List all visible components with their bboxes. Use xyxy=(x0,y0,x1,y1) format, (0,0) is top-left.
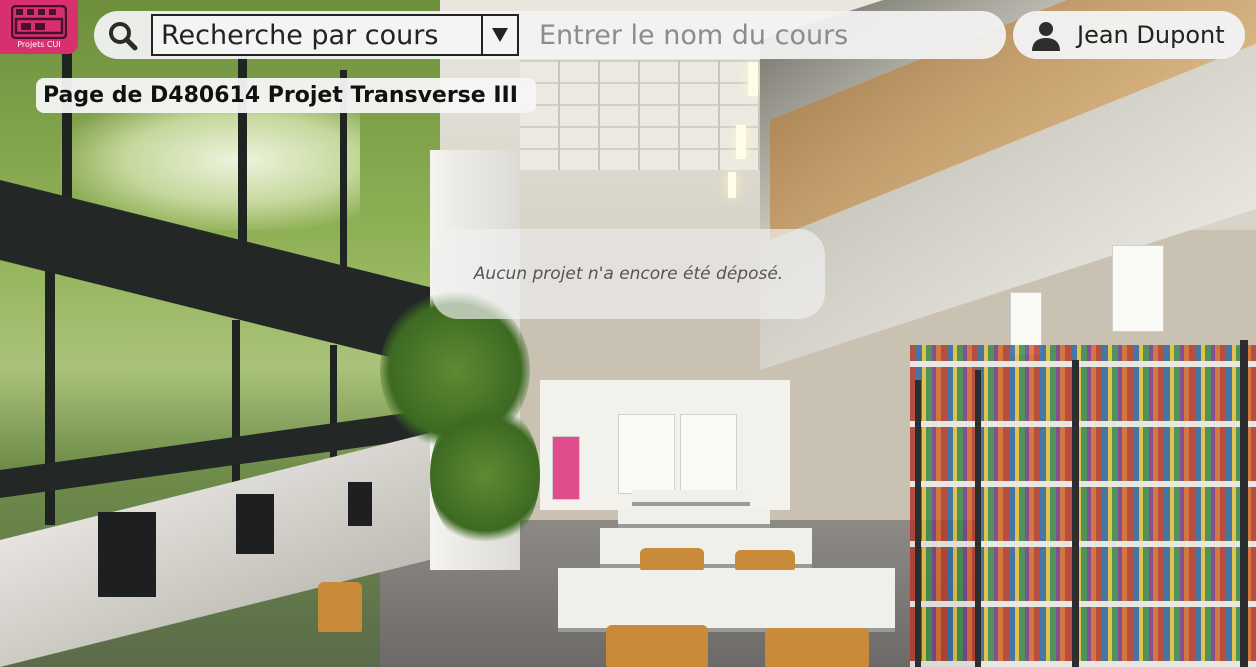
search-icon[interactable] xyxy=(108,21,138,51)
course-search-input[interactable] xyxy=(527,14,999,56)
search-mode-value: Recherche par cours xyxy=(161,20,439,51)
user-name: Jean Dupont xyxy=(1077,21,1225,49)
logo-label: Projets CUI xyxy=(17,40,61,49)
user-icon xyxy=(1032,22,1060,51)
triangle-down-icon[interactable] xyxy=(481,16,517,54)
empty-state-card: Aucun projet n'a encore été déposé. xyxy=(432,229,825,319)
page-title: Page de D480614 Projet Transverse III xyxy=(36,78,536,113)
search-bar: Recherche par cours xyxy=(94,11,1006,59)
film-strip-icon xyxy=(11,5,67,39)
empty-state-message: Aucun projet n'a encore été déposé. xyxy=(473,264,784,284)
search-mode-select[interactable]: Recherche par cours xyxy=(151,14,519,56)
user-menu-button[interactable]: Jean Dupont xyxy=(1013,11,1245,59)
app-logo[interactable]: Projets CUI xyxy=(0,0,78,54)
